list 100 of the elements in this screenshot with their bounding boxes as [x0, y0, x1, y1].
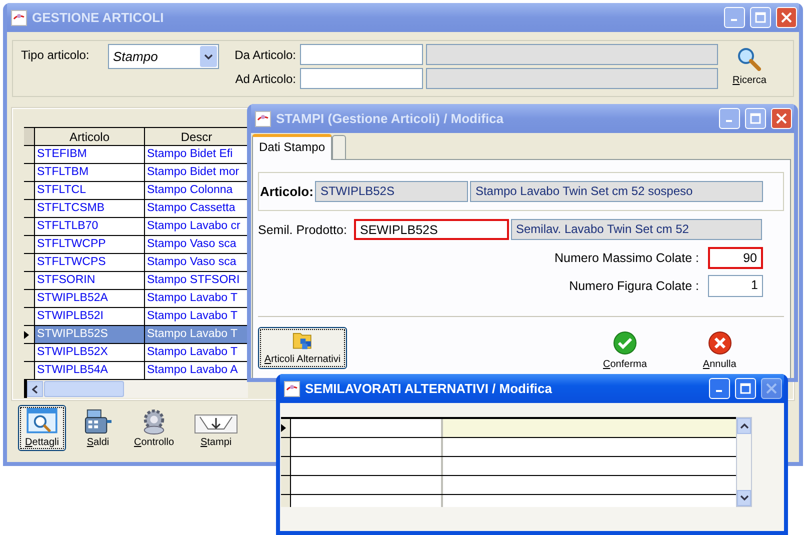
readonly-field: STWIPLB52S [315, 181, 468, 202]
field-label: Ad Articolo: [234, 72, 297, 86]
column-header[interactable]: Descr [145, 128, 248, 145]
field-label: Numero Massimo Colate : [554, 251, 699, 265]
row-header[interactable] [24, 182, 35, 199]
table-cell-text: Stampo Bidet mor [146, 165, 240, 180]
close-icon [776, 113, 787, 124]
table-cell: STFLTWCPP [35, 236, 145, 253]
readonly-field: Stampo Lavabo Twin Set cm 52 sospeso [470, 181, 764, 202]
horizontal-scrollbar[interactable] [24, 380, 248, 398]
row-header[interactable] [24, 200, 35, 217]
row-header[interactable] [281, 438, 291, 456]
chevron-down-icon [740, 495, 748, 501]
app-icon [255, 110, 271, 126]
toolbar-button[interactable]: Saldi [78, 405, 118, 451]
register-icon [83, 408, 113, 435]
current-row-icon [24, 330, 29, 338]
confirm-button[interactable]: Conferma [602, 330, 648, 371]
window-title: GESTIONE ARTICOLI [32, 10, 165, 25]
input-field[interactable]: SEWIPLB52S [354, 219, 509, 240]
number-field[interactable]: 90 [708, 247, 763, 269]
row-header[interactable] [281, 457, 291, 475]
check-icon [612, 331, 637, 355]
table-cell-text: Stampo Vaso sca [146, 237, 238, 252]
minimize-button[interactable] [709, 378, 730, 399]
table-cell: STEFIBM [35, 146, 145, 163]
table-cell: STFLTBM [35, 164, 145, 181]
row-header[interactable] [24, 146, 35, 163]
maximize-button[interactable] [735, 378, 756, 399]
row-header[interactable] [24, 272, 35, 289]
app-icon [284, 380, 300, 396]
table-cell-text: Stampo Vaso sca [146, 255, 238, 270]
table-cell-text: Stampo STFSORI [146, 273, 241, 288]
table-cell: STWIPLB52S [35, 326, 145, 343]
number-field[interactable]: 1 [708, 275, 763, 297]
chevron-up-icon [740, 423, 748, 429]
table-cell: STWIPLB52A [35, 290, 145, 307]
window-title: SEMILAVORATI ALTERNATIVI / Modifica [305, 381, 553, 396]
toolbar-button[interactable]: Controllo [130, 405, 178, 451]
row-header[interactable] [24, 164, 35, 181]
app-icon [11, 10, 27, 26]
table-cell-text: Stampo Lavabo cr [146, 219, 242, 234]
row-header[interactable] [24, 308, 35, 325]
row-header[interactable] [281, 476, 291, 494]
toolbar-button[interactable]: Dettagli [18, 405, 66, 451]
scroll-up-button[interactable] [737, 418, 751, 434]
table-cell: STFSORIN [35, 272, 145, 289]
row-header[interactable] [24, 344, 35, 361]
vertical-scrollbar[interactable] [736, 417, 752, 507]
search-icon [737, 47, 762, 71]
tab[interactable]: Dati Stampo [252, 134, 332, 160]
field-label: Tipo articolo: [21, 48, 90, 62]
cancel-button[interactable]: Annulla [702, 330, 738, 371]
table-cell: STFLTLB70 [35, 218, 145, 235]
table-cell: STWIPLB52X [35, 344, 145, 361]
row-header[interactable] [24, 254, 35, 271]
table-cell: STFLTWCPS [35, 254, 145, 271]
alternatives-button[interactable]: Articoli Alternativi [258, 327, 347, 369]
table-cell-text: Stampo Bidet Efi [146, 147, 234, 162]
close-button[interactable] [771, 108, 792, 129]
type-combo[interactable]: Stampo [108, 44, 219, 69]
table-cell: STFLTCL [35, 182, 145, 199]
maximize-icon [740, 383, 751, 394]
field-label: Da Articolo: [234, 48, 297, 62]
table-cell-text: Stampo Colonna [146, 183, 234, 198]
maximize-icon [750, 113, 761, 124]
close-button[interactable] [776, 7, 797, 28]
maximize-icon [755, 12, 766, 23]
column-header[interactable]: Articolo [35, 128, 145, 145]
input-field[interactable] [300, 68, 423, 89]
table-cell-text: Stampo Lavabo T [146, 309, 239, 324]
row-header[interactable] [24, 326, 35, 343]
current-cell[interactable] [443, 419, 736, 437]
toolbar-button[interactable]: Stampi [190, 405, 242, 451]
row-header[interactable] [281, 419, 291, 437]
current-row-icon [281, 424, 286, 432]
field-label: Articolo: [260, 184, 314, 199]
scroll-left-button[interactable] [27, 381, 43, 397]
table-cell: STWIPLB54A [35, 362, 145, 379]
chevron-left-icon [32, 384, 38, 394]
cancel-icon [708, 331, 732, 355]
field-label: Semil. Prodotto: [258, 222, 348, 236]
table-cell-text: Stampo Lavabo T [146, 327, 239, 342]
scroll-down-button[interactable] [737, 490, 751, 506]
row-header[interactable] [24, 218, 35, 235]
input-field[interactable] [300, 44, 423, 65]
dropdown-button[interactable] [200, 46, 217, 67]
magnifier-window-icon [25, 408, 59, 435]
table-cell: STFLTCSMB [35, 200, 145, 217]
row-header[interactable] [24, 236, 35, 253]
search-button[interactable]: Ricerca [732, 47, 766, 86]
row-header[interactable] [24, 290, 35, 307]
table-cell-text: Stampo Cassetta [146, 201, 236, 216]
chevron-down-icon [204, 54, 213, 60]
close-icon [766, 383, 777, 394]
scroll-thumb[interactable] [44, 381, 124, 397]
tray-icon [194, 413, 238, 435]
table-cell-text: Stampo Lavabo T [146, 291, 239, 306]
row-header[interactable] [24, 362, 35, 379]
close-icon [781, 12, 792, 23]
